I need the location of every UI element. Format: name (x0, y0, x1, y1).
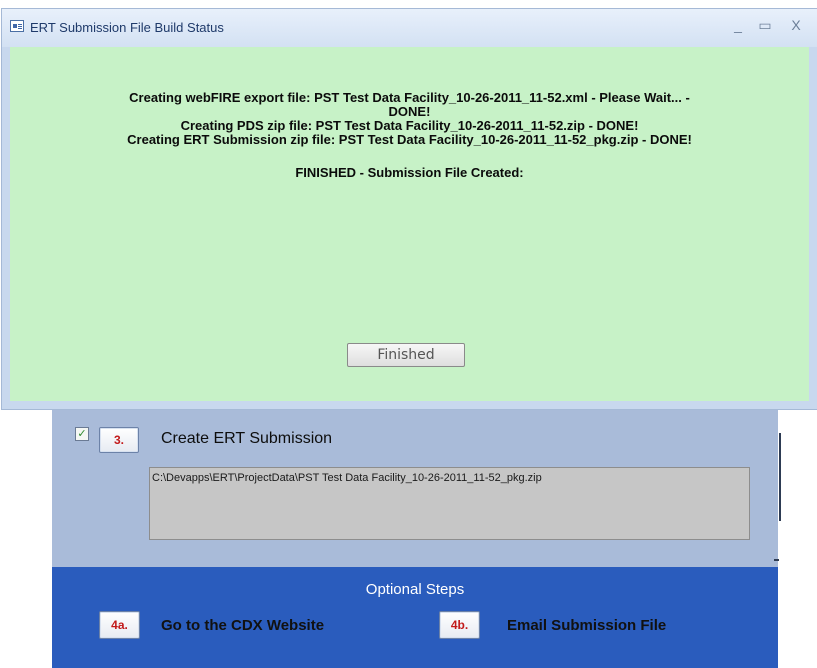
submission-form-panel: ✓ 3. Create ERT Submission C:\Devapps\ER… (52, 405, 781, 668)
step3-button[interactable]: 3. (99, 427, 139, 453)
step4a-button[interactable]: 4a. (99, 611, 140, 639)
window-title: ERT Submission File Build Status (30, 20, 224, 35)
submission-file-path-field[interactable]: C:\Devapps\ERT\ProjectData\PST Test Data… (149, 467, 750, 540)
step4a-label: Go to the CDX Website (161, 617, 325, 634)
step4b-button[interactable]: 4b. (439, 611, 480, 639)
status-line-finished: FINISHED - Submission File Created: (295, 165, 524, 180)
form-icon (10, 20, 24, 32)
status-message-area: Creating webFIRE export file: PST Test D… (10, 47, 809, 409)
title-bar[interactable]: ERT Submission File Build Status _ ▭ X (2, 9, 817, 47)
finished-button[interactable]: Finished (347, 343, 465, 367)
step4b-label: Email Submission File (507, 617, 667, 634)
optional-steps-title: Optional Steps (365, 581, 465, 598)
close-button[interactable]: X (788, 17, 804, 33)
step3-title: Create ERT Submission (161, 430, 333, 447)
status-line-webfire-done: DONE! (388, 104, 431, 119)
step3-complete-checkbox[interactable]: ✓ (75, 427, 89, 441)
status-line-pds: Creating PDS zip file: PST Test Data Fac… (180, 118, 639, 133)
status-line-webfire: Creating webFIRE export file: PST Test D… (129, 90, 690, 105)
form-divider (774, 559, 779, 561)
status-line-ert-zip: Creating ERT Submission zip file: PST Te… (127, 132, 692, 147)
build-status-dialog: ERT Submission File Build Status _ ▭ X C… (2, 9, 817, 409)
minimize-button[interactable]: _ (730, 17, 746, 33)
form-divider (779, 433, 781, 521)
maximize-button[interactable]: ▭ (757, 17, 773, 34)
optional-steps-panel: Optional Steps 4a. Go to the CDX Website… (52, 567, 778, 668)
